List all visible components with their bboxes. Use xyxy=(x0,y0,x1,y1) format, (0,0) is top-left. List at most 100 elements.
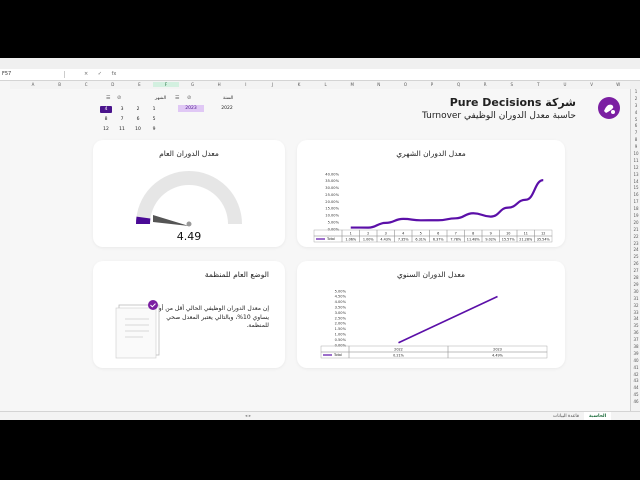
column-header[interactable]: J xyxy=(259,82,285,87)
column-header[interactable]: L xyxy=(313,82,339,87)
year-option[interactable]: 2022 xyxy=(214,105,240,112)
column-header[interactable]: W xyxy=(605,82,631,87)
column-header[interactable]: E xyxy=(126,82,152,87)
row-header[interactable]: 38 xyxy=(631,344,640,351)
row-header[interactable]: 37 xyxy=(631,337,640,344)
column-header[interactable]: A xyxy=(20,82,46,87)
row-header[interactable]: 9 xyxy=(631,144,640,151)
column-header[interactable]: P xyxy=(419,82,445,87)
column-header[interactable]: N xyxy=(366,82,392,87)
column-header[interactable]: U xyxy=(552,82,578,87)
row-header[interactable]: 15 xyxy=(631,185,640,192)
column-header[interactable]: F xyxy=(153,82,179,87)
column-header[interactable]: I xyxy=(233,82,259,87)
name-box[interactable]: F57 xyxy=(2,71,65,78)
year-option-selected[interactable]: 2023 xyxy=(178,105,204,112)
row-header[interactable]: 40 xyxy=(631,358,640,365)
row-header[interactable]: 25 xyxy=(631,254,640,261)
month-option[interactable]: 12 xyxy=(100,126,112,133)
row-header[interactable]: 21 xyxy=(631,227,640,234)
month-option[interactable]: 1 xyxy=(148,106,160,113)
row-header[interactable]: 28 xyxy=(631,275,640,282)
row-header[interactable]: 11 xyxy=(631,158,640,165)
row-header[interactable]: 5 xyxy=(631,117,640,124)
row-header[interactable]: 3 xyxy=(631,103,640,110)
row-header[interactable]: 16 xyxy=(631,192,640,199)
row-header[interactable]: 24 xyxy=(631,247,640,254)
column-header[interactable]: R xyxy=(472,82,498,87)
column-header[interactable]: D xyxy=(100,82,126,87)
column-header[interactable]: O xyxy=(392,82,418,87)
column-header[interactable]: M xyxy=(339,82,365,87)
row-header[interactable]: 13 xyxy=(631,172,640,179)
enter-icon[interactable]: ✓ xyxy=(98,71,102,77)
column-header[interactable]: C xyxy=(73,82,99,87)
row-header[interactable]: 17 xyxy=(631,199,640,206)
row-header[interactable]: 35 xyxy=(631,323,640,330)
row-header[interactable]: 7 xyxy=(631,130,640,137)
month-option[interactable]: 9 xyxy=(148,126,160,133)
row-header[interactable]: 30 xyxy=(631,289,640,296)
column-header[interactable]: H xyxy=(206,82,232,87)
data-value-label: 0.21% xyxy=(393,354,405,358)
row-header[interactable]: 29 xyxy=(631,282,640,289)
row-header[interactable]: 8 xyxy=(631,137,640,144)
screen-letterbox-top xyxy=(0,0,640,58)
multi-select-icon[interactable]: ☰ xyxy=(106,95,110,101)
month-option-selected[interactable]: 4 xyxy=(100,106,112,113)
column-header[interactable]: B xyxy=(47,82,73,87)
month-option[interactable]: 3 xyxy=(116,106,128,113)
multi-select-icon[interactable]: ☰ xyxy=(175,95,179,101)
row-header[interactable]: 26 xyxy=(631,261,640,268)
column-header[interactable]: S xyxy=(499,82,525,87)
gauge-value: 4.49 xyxy=(176,230,202,243)
column-header[interactable]: X xyxy=(632,82,640,87)
column-header[interactable]: K xyxy=(286,82,312,87)
row-header[interactable]: 32 xyxy=(631,303,640,310)
row-header[interactable]: 41 xyxy=(631,365,640,372)
series-line xyxy=(398,295,498,344)
row-header[interactable]: 22 xyxy=(631,234,640,241)
row-header[interactable]: 42 xyxy=(631,372,640,379)
gauge-chart xyxy=(136,171,242,227)
row-header[interactable]: 2 xyxy=(631,96,640,103)
row-header[interactable]: 43 xyxy=(631,378,640,385)
row-header[interactable]: 18 xyxy=(631,206,640,213)
month-option[interactable]: 7 xyxy=(116,116,128,123)
row-header[interactable]: 33 xyxy=(631,310,640,317)
cancel-icon[interactable]: × xyxy=(84,71,88,77)
row-header[interactable]: 39 xyxy=(631,351,640,358)
row-header[interactable]: 31 xyxy=(631,296,640,303)
month-option[interactable]: 6 xyxy=(132,116,144,123)
column-header[interactable]: V xyxy=(579,82,605,87)
row-header[interactable]: 34 xyxy=(631,316,640,323)
y-tick-label: 10.00% xyxy=(325,214,339,218)
data-value-label: 21.28% xyxy=(519,238,533,242)
row-header[interactable]: 23 xyxy=(631,241,640,248)
row-header[interactable]: 44 xyxy=(631,385,640,392)
clear-filter-icon[interactable]: ⊘ xyxy=(187,95,191,101)
row-header[interactable]: 45 xyxy=(631,392,640,399)
fx-icon[interactable]: fx xyxy=(112,71,117,77)
row-header[interactable]: 14 xyxy=(631,179,640,186)
row-header[interactable]: 10 xyxy=(631,151,640,158)
row-header[interactable]: 1 xyxy=(631,89,640,96)
row-header[interactable]: 20 xyxy=(631,220,640,227)
column-header[interactable]: Q xyxy=(446,82,472,87)
row-header[interactable]: 4 xyxy=(631,110,640,117)
column-header[interactable]: T xyxy=(525,82,551,87)
row-header[interactable]: 6 xyxy=(631,123,640,130)
month-option[interactable]: 5 xyxy=(148,116,160,123)
row-header[interactable]: 19 xyxy=(631,213,640,220)
vertical-scrollbar[interactable] xyxy=(0,81,10,411)
month-option[interactable]: 11 xyxy=(116,126,128,133)
row-header[interactable]: 46 xyxy=(631,399,640,406)
month-option[interactable]: 10 xyxy=(132,126,144,133)
month-option[interactable]: 8 xyxy=(100,116,112,123)
clear-filter-icon[interactable]: ⊘ xyxy=(117,95,121,101)
month-option[interactable]: 2 xyxy=(132,106,144,113)
row-header[interactable]: 36 xyxy=(631,330,640,337)
column-header[interactable]: G xyxy=(180,82,206,87)
row-header[interactable]: 12 xyxy=(631,165,640,172)
row-header[interactable]: 27 xyxy=(631,268,640,275)
